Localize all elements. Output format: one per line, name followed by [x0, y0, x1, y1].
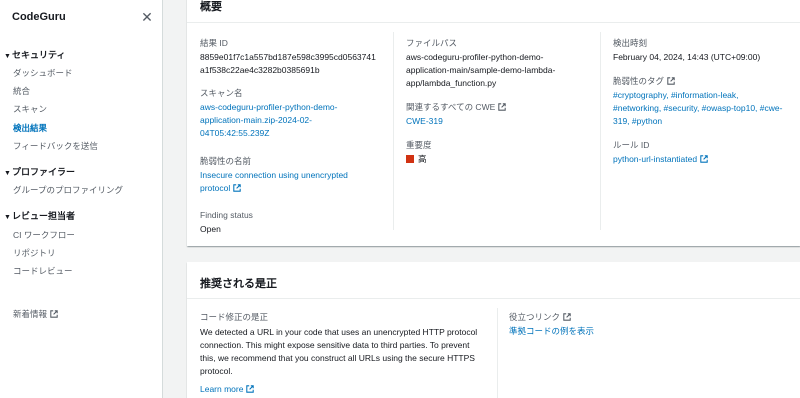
rule-id-link[interactable]: python-url-instantiated: [613, 153, 708, 166]
caret-down-icon: ▼: [4, 214, 11, 221]
file-path-value: aws-codeguru-profiler-python-demo- appli…: [406, 52, 556, 88]
vulnerability-name-label: 脆弱性の名前: [200, 156, 252, 166]
cwe-link[interactable]: CWE-319: [406, 115, 443, 128]
nav-item-dashboard[interactable]: ダッシュボード: [13, 67, 73, 79]
card-divider: [187, 22, 800, 23]
finding-status-label: Finding status: [200, 210, 253, 220]
external-link-icon: [498, 103, 506, 111]
external-link-icon: [667, 77, 675, 85]
sidebar-header: CodeGuru ✕: [12, 10, 154, 24]
caret-down-icon: ▼: [4, 170, 11, 177]
severity-value: 高: [406, 153, 427, 166]
sidebar-title: CodeGuru: [12, 11, 66, 23]
detected-time-label: 検出時刻: [613, 38, 648, 48]
overview-card: 概要 結果 ID 8859e01f7c1a557bd187e598c3995cd…: [187, 0, 800, 246]
severity-label: 重要度: [406, 140, 432, 150]
external-link-icon: [246, 385, 255, 393]
nav-item-profiling-groups[interactable]: グループのプロファイリング: [13, 184, 123, 196]
finding-id-value: 8859e01f7c1a557bd187e598c3995cd0563741 a…: [200, 52, 376, 75]
nav-item-send-feedback[interactable]: フィードバックを送信: [13, 140, 98, 152]
nav-item-code-reviews[interactable]: コードレビュー: [13, 265, 73, 277]
column-divider: [600, 32, 601, 230]
column-divider: [393, 32, 394, 230]
helpful-links-label: 役立つリンク: [509, 312, 571, 323]
learn-more-link[interactable]: Learn more: [200, 383, 255, 396]
finding-id-label: 結果 ID: [200, 38, 228, 48]
compliant-code-example-link[interactable]: 準拠コードの例を表示: [509, 325, 594, 338]
detected-time-value: February 04, 2024, 14:43 (UTC+09:00): [613, 52, 761, 62]
finding-status-value: Open: [200, 224, 221, 234]
column-divider: [497, 308, 498, 398]
nav-item-findings[interactable]: 検出結果: [13, 122, 47, 134]
rule-id-label: ルール ID: [613, 140, 650, 150]
vulnerability-tags-links[interactable]: #cryptography, #information-leak, #netwo…: [613, 89, 782, 128]
nav-section-profiler[interactable]: ▼プロファイラー: [4, 166, 75, 180]
nav-item-integrations[interactable]: 統合: [13, 85, 30, 97]
vulnerability-tags-label: 脆弱性のタグ: [613, 76, 675, 87]
external-link-icon: [50, 310, 58, 318]
overview-title: 概要: [200, 1, 222, 13]
nav-item-whats-new[interactable]: 新着情報: [13, 308, 58, 320]
scan-name-link[interactable]: aws-codeguru-profiler-python-demo- appli…: [200, 101, 337, 140]
caret-down-icon: ▼: [4, 53, 11, 60]
remediation-card: 推奨される是正 コード修正の是正 We detected a URL in yo…: [187, 262, 800, 398]
close-icon[interactable]: ✕: [140, 10, 154, 24]
remediation-title: 推奨される是正: [200, 278, 277, 290]
severity-high-icon: [406, 155, 414, 163]
nav-item-ci-workflows[interactable]: CI ワークフロー: [13, 229, 75, 241]
nav-section-security[interactable]: ▼セキュリティ: [4, 49, 65, 63]
external-link-icon: [700, 155, 708, 163]
nav-section-reviewer[interactable]: ▼レビュー担当者: [4, 210, 75, 224]
related-cwe-label: 関連するすべての CWE: [406, 102, 506, 113]
nav-item-repositories[interactable]: リポジトリ: [13, 247, 56, 259]
side-navigation: CodeGuru ✕ ▼セキュリティ ダッシュボード 統合 スキャン 検出結果 …: [0, 0, 163, 398]
scan-name-label: スキャン名: [200, 88, 243, 98]
file-path-label: ファイルパス: [406, 38, 458, 48]
remediation-description: We detected a URL in your code that uses…: [200, 327, 478, 376]
card-divider: [187, 298, 800, 299]
external-link-icon: [563, 313, 571, 321]
code-fix-label: コード修正の是正: [200, 312, 269, 322]
vulnerability-name-link[interactable]: Insecure connection using unencrypted pr…: [200, 169, 348, 195]
nav-item-scans[interactable]: スキャン: [13, 103, 47, 115]
external-link-icon: [233, 184, 241, 192]
